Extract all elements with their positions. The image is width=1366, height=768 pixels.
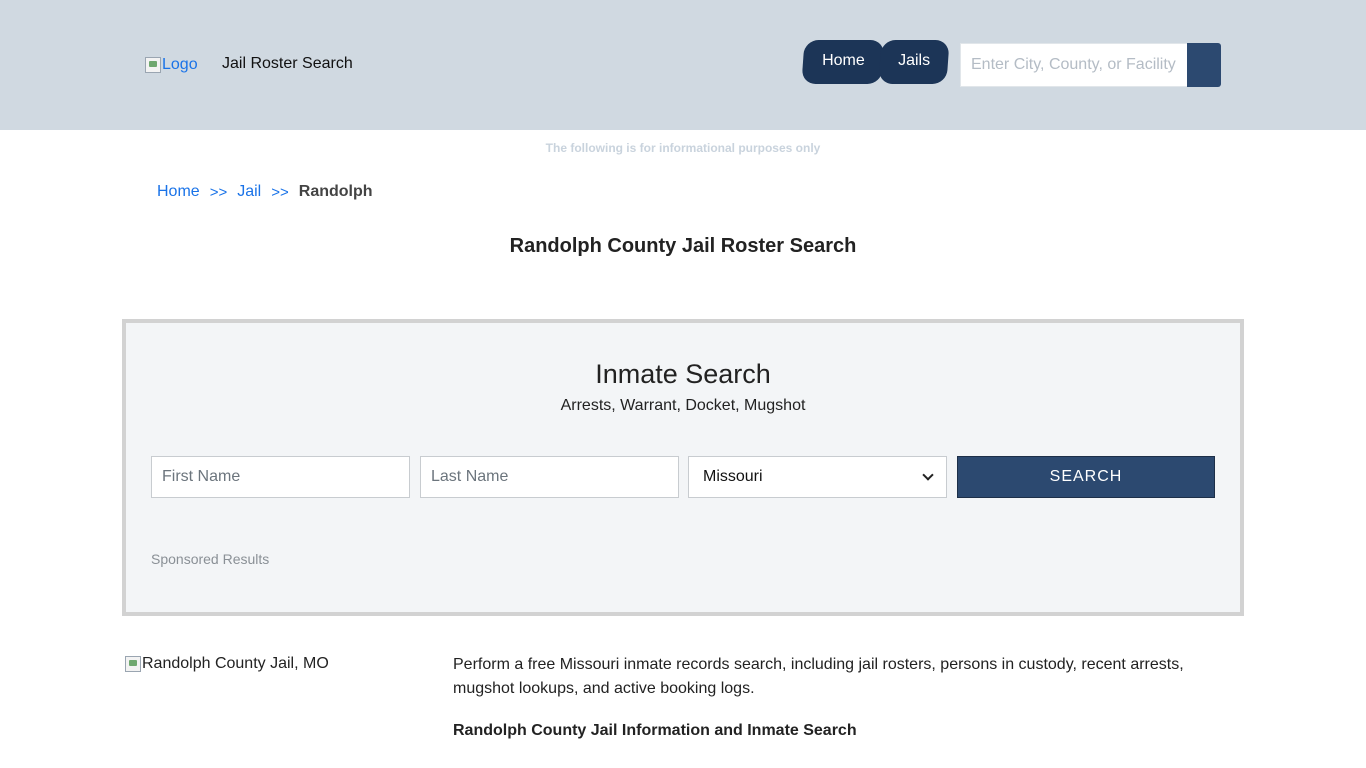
first-name-input[interactable] [151, 456, 410, 498]
inmate-search-subtitle: Arrests, Warrant, Docket, Mugshot [560, 397, 806, 414]
broken-image-icon [125, 656, 141, 672]
inmate-search-button[interactable]: SEARCH [957, 456, 1215, 498]
sponsored-results-label: Sponsored Results [151, 551, 270, 567]
nav-home-button[interactable]: Home [801, 40, 885, 84]
breadcrumb-separator: >> [271, 183, 289, 201]
breadcrumb: Home >> Jail >> Randolph [157, 183, 373, 201]
nav-home-label: Home [821, 52, 865, 69]
state-select-value: Missouri [703, 468, 763, 485]
brand-title-link[interactable]: Jail Roster Search [222, 55, 353, 73]
facility-image: Randolph County Jail, MO [125, 655, 329, 673]
intro-paragraph: Perform a free Missouri inmate records s… [453, 656, 1184, 697]
section-heading: Randolph County Jail Information and Inm… [453, 722, 857, 739]
nav-jails-button[interactable]: Jails [878, 40, 950, 84]
logo-link[interactable]: Logo [145, 54, 198, 76]
breadcrumb-current: Randolph [298, 183, 373, 200]
info-disclaimer: The following is for informational purpo… [545, 141, 821, 155]
breadcrumb-home-link[interactable]: Home [157, 183, 200, 201]
breadcrumb-jail-link[interactable]: Jail [237, 183, 261, 201]
location-search-button[interactable] [1187, 43, 1221, 87]
site-header: Logo Jail Roster Search Home Jails [0, 0, 1366, 130]
inmate-search-panel: Inmate Search Arrests, Warrant, Docket, … [122, 319, 1244, 616]
nav-jails-label: Jails [898, 52, 931, 69]
location-search-input[interactable] [960, 43, 1188, 87]
broken-image-icon [145, 57, 161, 73]
page-title: Randolph County Jail Roster Search [509, 235, 857, 257]
last-name-input[interactable] [420, 456, 679, 498]
chevron-down-icon [922, 469, 934, 481]
logo-alt-text: Logo [162, 56, 198, 73]
state-select[interactable]: Missouri [688, 456, 947, 498]
inmate-search-title: Inmate Search [595, 359, 771, 389]
breadcrumb-separator: >> [209, 183, 228, 201]
facility-image-alt: Randolph County Jail, MO [142, 655, 329, 672]
